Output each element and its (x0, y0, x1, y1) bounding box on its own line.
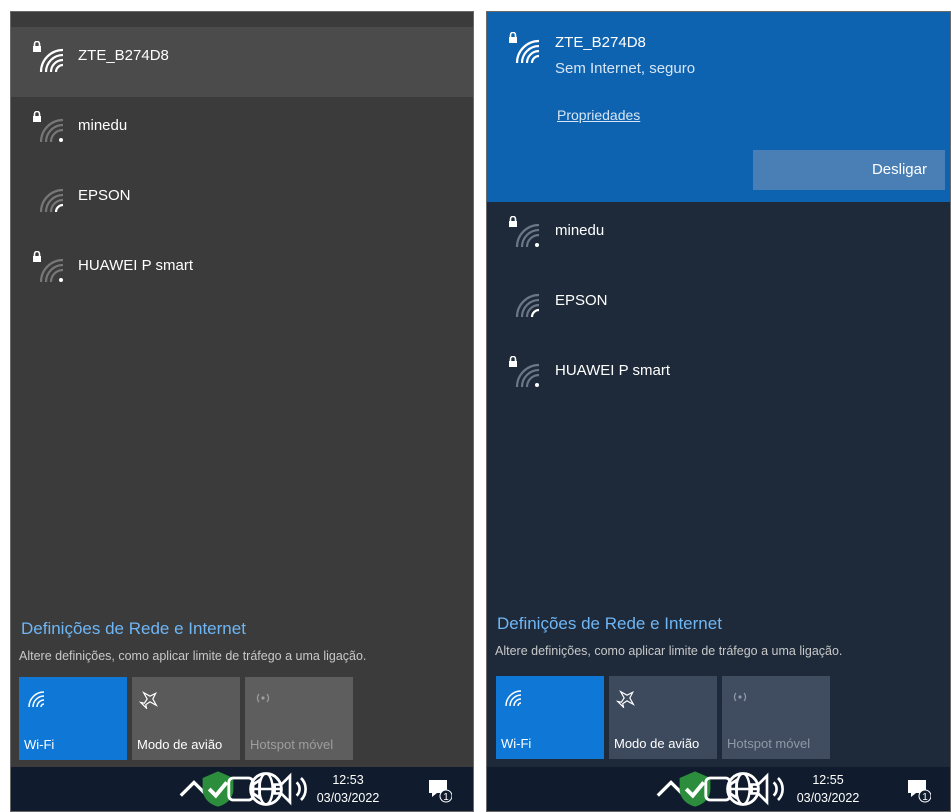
network-ssid: ZTE_B274D8 (555, 34, 646, 51)
network-ssid: minedu (555, 222, 605, 239)
wifi-icon (505, 690, 522, 707)
tile-label: Modo de avião (137, 737, 223, 752)
airplane-icon (139, 691, 158, 709)
network-settings-link[interactable]: Definições de Rede e Internet (497, 614, 722, 634)
network-item-minedu[interactable]: minedu (487, 202, 950, 272)
disconnect-button[interactable]: Desligar (753, 150, 945, 190)
wifi-flyout-left: ZTE_B274D8 minedu EPSON HUAWEI P smart D… (10, 11, 474, 812)
network-ssid: EPSON (555, 292, 608, 309)
network-ssid: HUAWEI P smart (78, 257, 194, 274)
tile-label: Hotspot móvel (250, 737, 334, 752)
volume-icon[interactable] (745, 767, 789, 811)
airplane-mode-tile[interactable]: Modo de avião (132, 677, 240, 760)
wifi-toggle-tile[interactable]: Wi-Fi (496, 676, 604, 759)
mobile-hotspot-tile[interactable]: Hotspot móvel (722, 676, 830, 759)
properties-link[interactable]: Propriedades (557, 107, 640, 123)
network-ssid: minedu (78, 117, 128, 134)
network-settings-description: Altere definições, como aplicar limite d… (495, 644, 843, 658)
network-ssid: ZTE_B274D8 (78, 47, 169, 64)
tile-label: Wi-Fi (501, 736, 532, 751)
secured-wifi-icon (509, 216, 540, 248)
tile-label: Hotspot móvel (727, 736, 811, 751)
wifi-toggle-tile[interactable]: Wi-Fi (19, 677, 127, 760)
clock-time: 12:55 (812, 773, 844, 787)
secured-wifi-icon (33, 251, 64, 283)
wifi-icon (515, 293, 540, 318)
notification-center-icon[interactable]: 1 (905, 777, 931, 803)
clock-date: 03/03/2022 (316, 791, 380, 805)
network-item-huawei[interactable]: HUAWEI P smart (11, 237, 473, 307)
mobile-hotspot-tile[interactable]: Hotspot móvel (245, 677, 353, 760)
secured-wifi-icon (509, 32, 540, 64)
taskbar: 12:53 03/03/2022 1 (11, 767, 473, 811)
secured-wifi-icon (509, 356, 540, 388)
network-ssid: HUAWEI P smart (555, 362, 671, 379)
hotspot-icon (733, 692, 747, 702)
taskbar-clock[interactable]: 12:53 03/03/2022 (313, 771, 383, 807)
wifi-icon (28, 691, 45, 708)
notification-count: 1 (922, 792, 928, 803)
taskbar: 12:55 03/03/2022 1 (487, 767, 950, 811)
airplane-mode-tile[interactable]: Modo de avião (609, 676, 717, 759)
network-item-epson[interactable]: EPSON (11, 167, 473, 237)
network-item-minedu[interactable]: minedu (11, 97, 473, 167)
taskbar-clock[interactable]: 12:55 03/03/2022 (793, 771, 863, 807)
network-item-epson[interactable]: EPSON (487, 272, 950, 342)
secured-wifi-icon (33, 41, 64, 73)
clock-time: 12:53 (332, 773, 364, 787)
connection-status: Sem Internet, seguro (555, 60, 696, 77)
network-item-zte[interactable]: ZTE_B274D8 (11, 27, 473, 97)
network-settings-description: Altere definições, como aplicar limite d… (19, 649, 367, 663)
airplane-icon (616, 690, 635, 708)
hotspot-icon (256, 693, 270, 703)
wifi-flyout-right: ZTE_B274D8 Sem Internet, seguro Propried… (486, 11, 951, 812)
network-settings-link[interactable]: Definições de Rede e Internet (21, 619, 246, 639)
connected-network-item[interactable]: ZTE_B274D8 Sem Internet, seguro Propried… (487, 12, 950, 202)
notification-count: 1 (443, 792, 449, 803)
wifi-icon (39, 188, 64, 213)
tile-label: Modo de avião (614, 736, 700, 751)
notification-center-icon[interactable]: 1 (426, 777, 452, 803)
network-ssid: EPSON (78, 187, 131, 204)
volume-icon[interactable] (268, 767, 312, 811)
tile-label: Wi-Fi (24, 737, 55, 752)
network-item-huawei[interactable]: HUAWEI P smart (487, 342, 950, 412)
clock-date: 03/03/2022 (796, 791, 860, 805)
secured-wifi-icon (33, 111, 64, 143)
